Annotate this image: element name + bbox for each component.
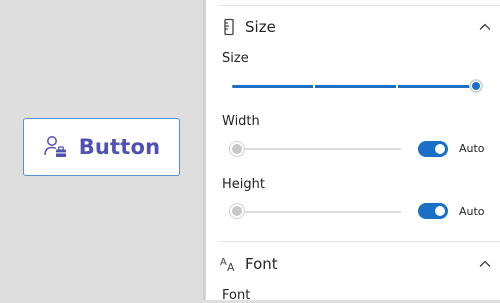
person-toolbox-icon <box>43 136 66 157</box>
size-slider-tick <box>313 84 315 89</box>
preview-button[interactable]: Button <box>23 118 180 176</box>
section-divider <box>218 241 500 242</box>
width-auto-toggle[interactable] <box>418 141 448 157</box>
top-divider <box>218 5 500 6</box>
height-auto-toggle[interactable] <box>418 203 448 219</box>
size-slider-thumb[interactable] <box>469 79 483 93</box>
svg-text:A: A <box>220 257 227 268</box>
font-section-header[interactable]: A A Font <box>206 249 500 279</box>
text-font-size-icon: A A <box>220 257 235 273</box>
properties-panel: Size Size Width Auto Height Auto A A Fon… <box>205 0 500 303</box>
width-slider-thumb[interactable] <box>229 141 245 157</box>
font-label: Font <box>222 288 251 303</box>
ruler-icon <box>224 18 234 36</box>
design-canvas: Button <box>0 0 205 300</box>
size-label: Size <box>222 51 249 66</box>
size-slider-fill <box>232 85 472 88</box>
preview-button-label: Button <box>78 135 161 159</box>
font-section-title: Font <box>245 255 278 273</box>
height-auto-label: Auto <box>459 205 485 218</box>
chevron-up-icon[interactable] <box>478 257 492 271</box>
width-slider-track <box>236 148 401 150</box>
size-section-header[interactable]: Size <box>206 12 500 42</box>
height-slider-track <box>236 211 401 213</box>
height-slider-thumb[interactable] <box>229 203 245 219</box>
width-label: Width <box>222 114 260 129</box>
chevron-up-icon[interactable] <box>478 20 492 34</box>
size-slider-tick <box>396 84 398 89</box>
height-label: Height <box>222 177 265 192</box>
width-auto-label: Auto <box>459 142 485 155</box>
svg-text:A: A <box>227 261 235 273</box>
size-section-title: Size <box>245 18 276 36</box>
